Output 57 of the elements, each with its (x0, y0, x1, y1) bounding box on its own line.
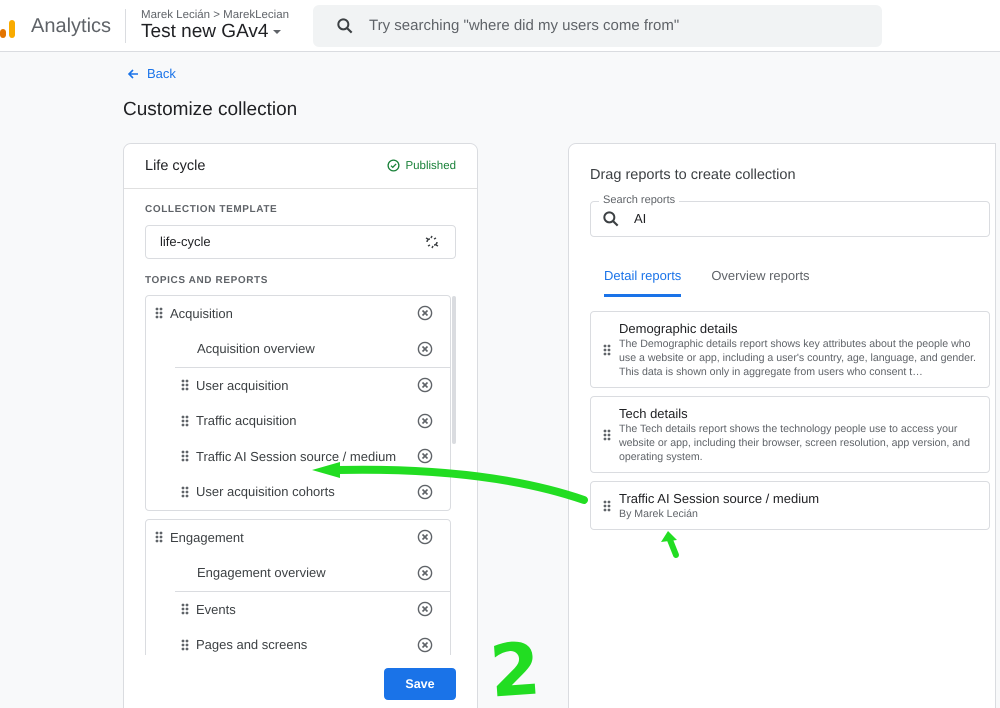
scrollbar[interactable] (452, 296, 456, 444)
remove-icon[interactable] (417, 601, 433, 618)
remove-icon[interactable] (417, 448, 433, 464)
product-name: Analytics (31, 8, 126, 42)
search-icon (601, 208, 621, 228)
drag-handle-icon[interactable] (181, 379, 189, 392)
search-field[interactable]: Try searching "where did my users come from" (313, 4, 882, 46)
dropdown-caret-icon (272, 28, 282, 34)
section-label: TOPICS AND REPORTS (145, 274, 270, 286)
report-item[interactable]: User acquisition (146, 368, 450, 403)
collection-name: Life cycle (145, 158, 206, 174)
save-button[interactable]: Save (384, 668, 456, 700)
back-arrow-icon (127, 68, 139, 80)
drag-handle-icon[interactable] (181, 638, 189, 651)
check-circle-icon (387, 159, 400, 172)
account-breadcrumb[interactable]: Marek Lecián > MarekLecian (141, 8, 290, 20)
drag-handle-icon[interactable] (181, 603, 189, 616)
drag-handle-icon[interactable] (181, 450, 189, 462)
panel-title: Drag reports to create collection (590, 166, 797, 182)
section-label: COLLECTION TEMPLATE (145, 204, 278, 214)
published-status: Published (387, 159, 456, 172)
report-item[interactable]: Traffic AI Session source / medium (146, 438, 450, 474)
remove-icon[interactable] (417, 412, 433, 429)
remove-icon[interactable] (417, 484, 433, 500)
tab[interactable]: Detail reports (604, 268, 682, 296)
drag-handle-icon[interactable] (155, 307, 163, 320)
remove-icon[interactable] (417, 636, 433, 653)
drag-handle-icon[interactable] (603, 428, 611, 440)
page-title: Customize collection (123, 98, 298, 120)
report-card[interactable]: Tech details The Tech details report shows the technology people use to access your website or app, including their browser, screen resolution, app version, and operating system. (590, 396, 990, 472)
topic-item[interactable]: Acquisition (146, 296, 450, 331)
report-item[interactable]: Pages and screens (146, 627, 450, 654)
drag-handle-icon[interactable] (181, 486, 189, 498)
drag-handle-icon[interactable] (603, 500, 611, 512)
drag-handle-icon[interactable] (155, 531, 163, 544)
remove-icon[interactable] (417, 340, 433, 357)
remove-icon[interactable] (417, 564, 433, 581)
property-selector[interactable]: Test new GAv4 (141, 20, 290, 42)
report-item[interactable]: Acquisition overview (175, 331, 450, 368)
annotation-arrow (661, 531, 679, 558)
remove-icon[interactable] (417, 529, 433, 546)
report-card[interactable]: Traffic AI Session source / medium By Marek Lecián (590, 480, 990, 530)
report-item[interactable]: Traffic acquisition (146, 403, 450, 438)
report-item[interactable]: Events (146, 592, 450, 627)
topic-item[interactable]: Engagement (146, 520, 450, 555)
drag-handle-icon[interactable] (181, 414, 189, 427)
back-link[interactable]: Back (127, 66, 176, 81)
tab[interactable]: Overview reports (711, 268, 810, 296)
report-card[interactable]: Demographic details The Demographic details report shows key attributes about the people who use a website or app, including a user's country, age, language, and gender. This data is shown only in aggregate from users who consent t… (590, 310, 990, 388)
remove-icon[interactable] (417, 305, 433, 322)
search-icon (335, 16, 356, 36)
report-item[interactable]: User acquisition cohorts (146, 474, 450, 510)
template-field[interactable]: life-cycle (145, 224, 456, 258)
remove-icon[interactable] (417, 377, 433, 394)
annotation-mark: 2 (487, 628, 543, 708)
report-item[interactable]: Engagement overview (175, 555, 450, 592)
drag-handle-icon[interactable] (603, 344, 611, 356)
